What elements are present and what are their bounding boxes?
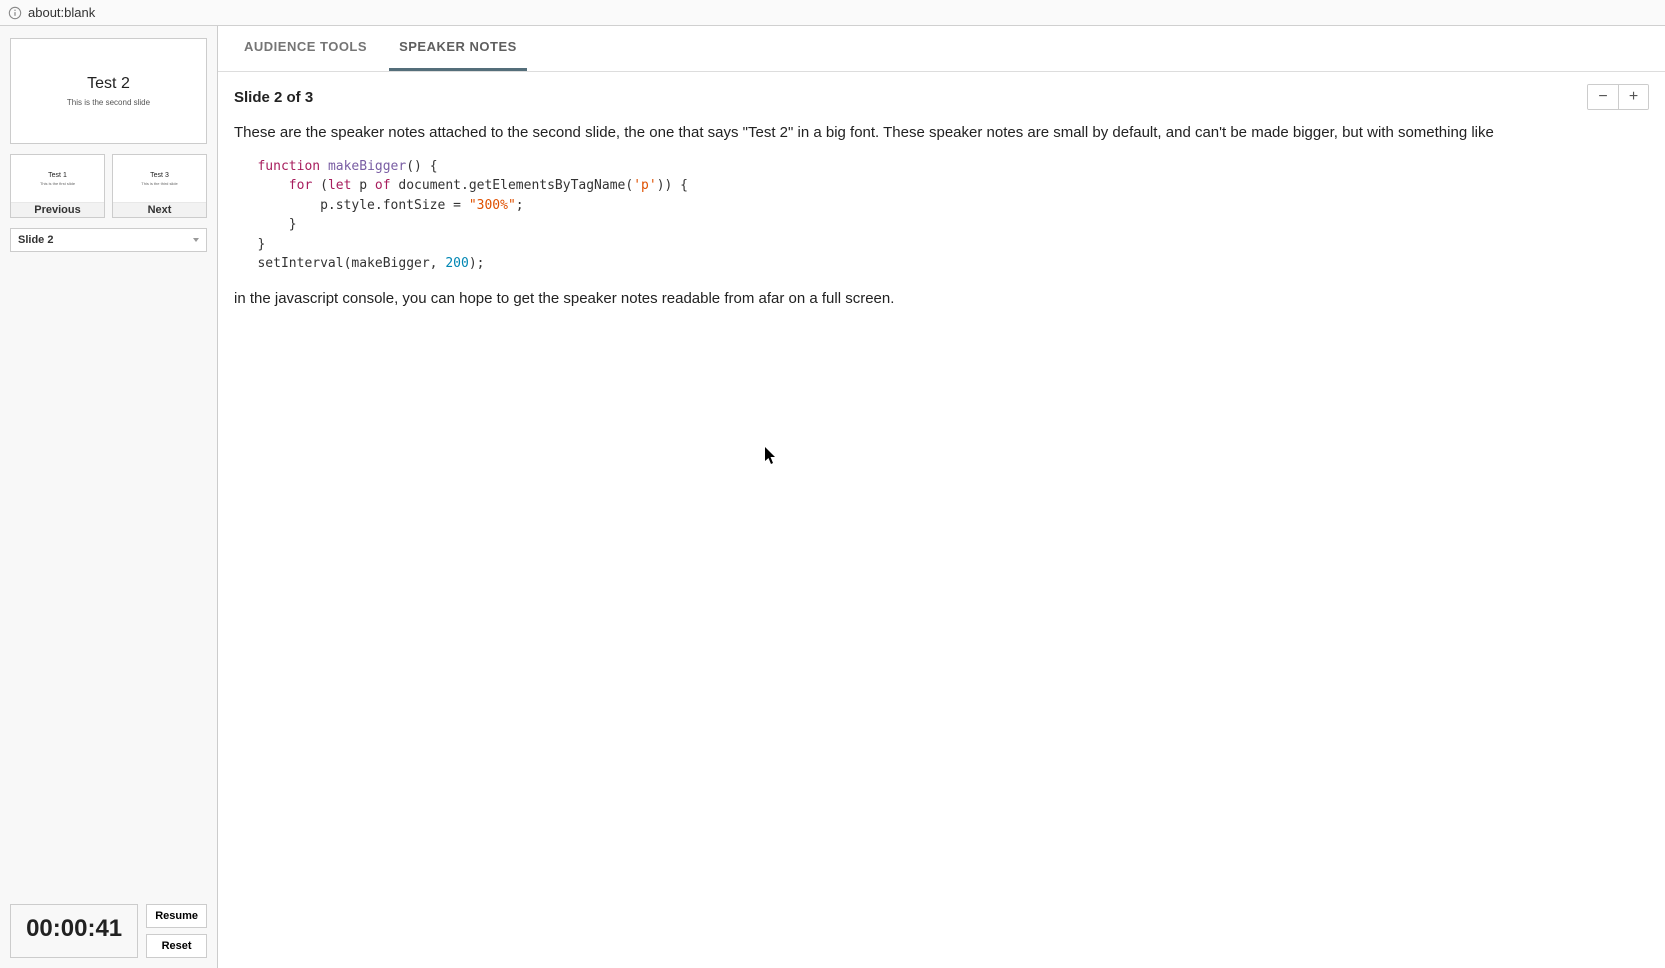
resume-button[interactable]: Resume	[146, 904, 207, 928]
current-slide-preview[interactable]: Test 2 This is the second slide	[10, 38, 207, 144]
code-token: (	[312, 178, 328, 193]
browser-address-bar[interactable]: about:blank	[0, 0, 1665, 26]
notes-header: Slide 2 of 3 − +	[218, 72, 1665, 114]
code-token: function	[257, 159, 320, 174]
code-token: "300%"	[469, 198, 516, 213]
zoom-controls: − +	[1587, 84, 1649, 110]
current-slide-title: Test 2	[87, 75, 130, 93]
code-snippet: function makeBigger() { for (let p of do…	[234, 157, 1649, 274]
zoom-out-button[interactable]: −	[1588, 85, 1618, 109]
speaker-notes-body: These are the speaker notes attached to …	[218, 114, 1665, 330]
sidebar: Test 2 This is the second slide Test 1 T…	[0, 26, 218, 968]
code-token: p	[351, 178, 374, 193]
timer-area: 00:00:41 Resume Reset	[10, 904, 207, 958]
url-text: about:blank	[28, 5, 95, 20]
prev-thumb-sub: This is the first slide	[40, 181, 75, 186]
code-token: makeBigger	[328, 159, 406, 174]
code-token: ;	[516, 198, 524, 213]
info-icon	[8, 6, 22, 20]
code-token: );	[469, 256, 485, 271]
slide-nav-row: Test 1 This is the first slide Previous …	[10, 154, 207, 218]
code-token: )) {	[657, 178, 688, 193]
code-token: document.getElementsByTagName(	[391, 178, 634, 193]
zoom-in-button[interactable]: +	[1618, 85, 1648, 109]
next-label: Next	[113, 202, 206, 217]
reset-button[interactable]: Reset	[146, 934, 207, 958]
code-token: let	[328, 178, 351, 193]
notes-paragraph-1: These are the speaker notes attached to …	[234, 122, 1649, 145]
code-token: () {	[406, 159, 437, 174]
prev-label: Previous	[11, 202, 104, 217]
current-slide-subtitle: This is the second slide	[67, 98, 150, 107]
next-thumb-sub: This is the third slide	[141, 181, 177, 186]
tab-speaker-notes[interactable]: SPEAKER NOTES	[389, 25, 527, 71]
main-content: AUDIENCE TOOLS SPEAKER NOTES Slide 2 of …	[218, 26, 1665, 968]
code-token: for	[289, 178, 312, 193]
code-token: p.style.fontSize =	[320, 198, 469, 213]
next-thumbnail: Test 3 This is the third slide	[113, 155, 206, 202]
next-thumb-title: Test 3	[150, 172, 169, 179]
slide-selector-dropdown[interactable]: Slide 2	[10, 228, 207, 252]
code-token: setInterval(makeBigger,	[257, 256, 445, 271]
notes-paragraph-2: in the javascript console, you can hope …	[234, 288, 1649, 311]
timer-display: 00:00:41	[10, 904, 138, 958]
tab-bar: AUDIENCE TOOLS SPEAKER NOTES	[218, 26, 1665, 72]
code-token: }	[289, 217, 297, 232]
previous-slide-button[interactable]: Test 1 This is the first slide Previous	[10, 154, 105, 218]
prev-thumb-title: Test 1	[48, 172, 67, 179]
prev-thumbnail: Test 1 This is the first slide	[11, 155, 104, 202]
code-token: 200	[445, 256, 468, 271]
tab-audience-tools[interactable]: AUDIENCE TOOLS	[234, 25, 377, 71]
code-token: of	[375, 178, 391, 193]
next-slide-button[interactable]: Test 3 This is the third slide Next	[112, 154, 207, 218]
code-token: }	[257, 237, 265, 252]
code-token: 'p'	[633, 178, 656, 193]
slide-counter: Slide 2 of 3	[234, 89, 313, 106]
